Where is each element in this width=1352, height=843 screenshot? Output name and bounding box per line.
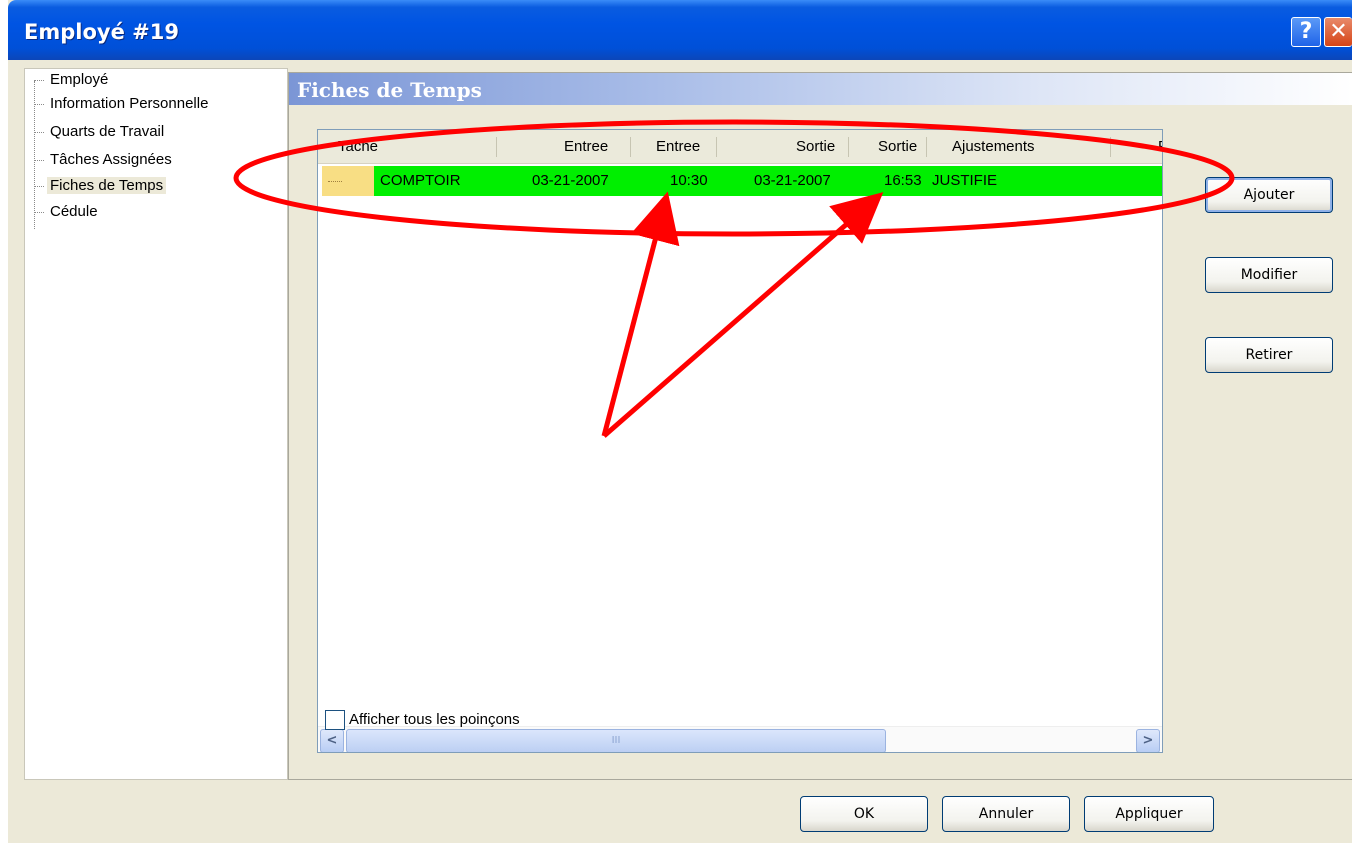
tree-item-cedule[interactable]: Cédule: [34, 201, 101, 225]
show-all-punches-checkbox[interactable]: [325, 710, 345, 730]
window-title: Employé #19: [24, 20, 179, 44]
tree-item-label: Quarts de Travail: [50, 123, 165, 140]
tree-item-label: Cédule: [50, 203, 98, 220]
cell-tache: COMPTOIR: [380, 172, 461, 189]
tree-item-label: Information Personnelle: [50, 95, 209, 112]
column-header-ajustements[interactable]: Ajustements: [952, 130, 1035, 164]
checkbox-label: Afficher tous les poinçons: [349, 711, 520, 728]
content-panel: Fiches de Temps Tache Entree Entree Sort…: [288, 72, 1352, 780]
row-state-icon: [322, 166, 374, 196]
column-divider[interactable]: [1110, 137, 1111, 157]
dialog-window: Employé #19 ? ✕ Employé Information Pers…: [8, 0, 1352, 843]
cell-entree-time: 10:30: [670, 172, 708, 189]
cell-sortie-time: 16:53: [884, 172, 922, 189]
tree-item-employe[interactable]: Employé: [34, 69, 111, 93]
column-divider[interactable]: [926, 137, 927, 157]
ok-button[interactable]: OK: [800, 796, 928, 832]
chevron-right-icon[interactable]: >: [1136, 729, 1160, 752]
remove-button[interactable]: Retirer: [1205, 337, 1333, 373]
cell-ajustements: JUSTIFIE: [932, 172, 998, 189]
column-divider[interactable]: [630, 137, 631, 157]
help-icon[interactable]: ?: [1291, 17, 1321, 47]
tree-item-label: Tâches Assignées: [50, 151, 172, 168]
column-header-tache[interactable]: Tache: [338, 130, 378, 164]
tree-item-fiches-de-temps[interactable]: Fiches de Temps: [34, 175, 167, 199]
section-title: Fiches de Temps: [289, 73, 1352, 105]
tree-item-quarts-de-travail[interactable]: Quarts de Travail: [34, 121, 167, 145]
grip-icon: III: [611, 735, 621, 746]
modify-button[interactable]: Modifier: [1205, 257, 1333, 293]
apply-button[interactable]: Appliquer: [1084, 796, 1214, 832]
navigation-tree: Employé Information Personnelle Quarts d…: [24, 68, 288, 780]
close-icon[interactable]: ✕: [1324, 17, 1352, 47]
add-button[interactable]: Ajouter: [1205, 177, 1333, 213]
column-divider[interactable]: [848, 137, 849, 157]
column-header-entree-time[interactable]: Entree: [656, 130, 700, 164]
cell-entree-date: 03-21-2007: [532, 172, 609, 189]
tree-item-label: Fiches de Temps: [47, 177, 167, 194]
column-header-p[interactable]: P: [1158, 130, 1162, 164]
table-header: Tache Entree Entree Sortie Sortie Ajuste…: [318, 130, 1162, 164]
column-header-sortie-time[interactable]: Sortie: [878, 130, 917, 164]
column-divider[interactable]: [716, 137, 717, 157]
column-header-sortie-date[interactable]: Sortie: [796, 130, 835, 164]
scrollbar-thumb[interactable]: III: [346, 729, 886, 752]
tree-item-label: Employé: [50, 71, 109, 88]
cancel-button[interactable]: Annuler: [942, 796, 1070, 832]
tree-item-taches-assignees[interactable]: Tâches Assignées: [34, 149, 175, 173]
timesheet-table[interactable]: Tache Entree Entree Sortie Sortie Ajuste…: [317, 129, 1163, 753]
cell-sortie-date: 03-21-2007: [754, 172, 831, 189]
chevron-left-icon[interactable]: <: [320, 729, 344, 752]
column-divider[interactable]: [496, 137, 497, 157]
table-row[interactable]: COMPTOIR 03-21-2007 10:30 03-21-2007 16:…: [318, 166, 1162, 196]
tree-item-information-personnelle[interactable]: Information Personnelle: [34, 93, 211, 117]
title-bar[interactable]: Employé #19 ? ✕: [8, 0, 1352, 60]
column-header-entree-date[interactable]: Entree: [564, 130, 608, 164]
